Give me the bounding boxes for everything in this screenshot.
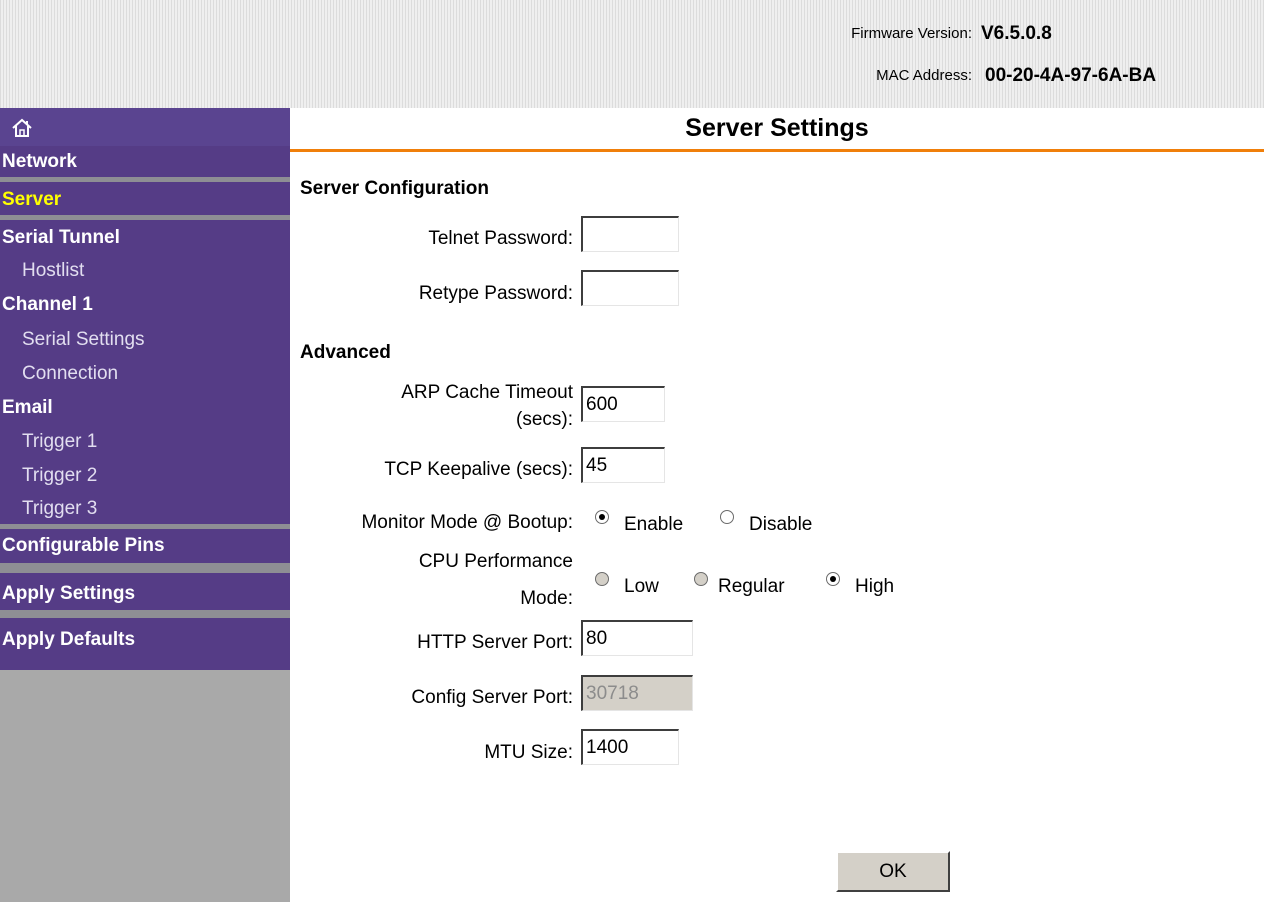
ok-button[interactable]: OK bbox=[836, 851, 950, 892]
radio-selected-dot bbox=[830, 576, 836, 582]
cpu-high-radio[interactable] bbox=[826, 572, 840, 586]
page-title: Server Settings bbox=[685, 114, 869, 142]
cpu-low-label: Low bbox=[624, 576, 659, 597]
cpu-performance-label-line1: CPU Performance bbox=[418, 551, 573, 572]
tcp-keepalive-input[interactable] bbox=[581, 447, 665, 483]
sidebar-item-trigger-1[interactable]: Trigger 1 bbox=[0, 428, 312, 456]
cpu-regular-radio[interactable] bbox=[694, 572, 708, 586]
sidebar-item-connection[interactable]: Connection bbox=[0, 360, 312, 388]
mac-label: MAC Address: bbox=[876, 67, 972, 84]
arp-cache-timeout-input[interactable] bbox=[581, 386, 665, 422]
sidebar-item-trigger-2[interactable]: Trigger 2 bbox=[0, 462, 312, 490]
sidebar-item-channel-1[interactable]: Channel 1 bbox=[0, 291, 292, 319]
mtu-size-input[interactable] bbox=[581, 729, 679, 765]
monitor-disable-label: Disable bbox=[749, 514, 813, 535]
arp-cache-timeout-label-line1: ARP Cache Timeout bbox=[401, 382, 573, 403]
cpu-performance-label-line2: Mode: bbox=[520, 588, 573, 609]
sidebar-item-apply-settings[interactable]: Apply Settings bbox=[0, 580, 292, 608]
mac-row: MAC Address: 00-20-4A-97-6A-BA bbox=[0, 63, 1264, 89]
monitor-mode-label: Monitor Mode @ Bootup: bbox=[361, 512, 573, 533]
home-row[interactable] bbox=[0, 108, 290, 146]
mtu-size-label: MTU Size: bbox=[484, 742, 573, 763]
nav-separator bbox=[0, 524, 290, 529]
sidebar-item-hostlist[interactable]: Hostlist bbox=[0, 257, 312, 285]
home-icon[interactable] bbox=[11, 117, 33, 139]
header-bar: Firmware Version: V6.5.0.8 MAC Address: … bbox=[0, 0, 1264, 108]
sidebar: Network Server Serial Tunnel Hostlist Ch… bbox=[0, 108, 290, 902]
sidebar-item-trigger-3[interactable]: Trigger 3 bbox=[0, 495, 312, 523]
radio-selected-dot bbox=[599, 514, 605, 520]
sidebar-item-server[interactable]: Server bbox=[0, 186, 292, 214]
cpu-high-label: High bbox=[855, 576, 895, 597]
telnet-password-input[interactable] bbox=[581, 216, 679, 252]
sidebar-item-apply-defaults[interactable]: Apply Defaults bbox=[0, 626, 292, 654]
cpu-low-radio[interactable] bbox=[595, 572, 609, 586]
sidebar-item-serial-tunnel[interactable]: Serial Tunnel bbox=[0, 224, 292, 252]
mac-value: 00-20-4A-97-6A-BA bbox=[985, 65, 1157, 86]
title-bar: Server Settings bbox=[290, 108, 1264, 152]
http-server-port-label: HTTP Server Port: bbox=[417, 632, 573, 653]
firmware-label: Firmware Version: bbox=[851, 25, 972, 42]
nav-separator bbox=[0, 563, 290, 573]
firmware-row: Firmware Version: V6.5.0.8 bbox=[0, 21, 1264, 47]
cpu-regular-label: Regular bbox=[718, 576, 785, 597]
firmware-value: V6.5.0.8 bbox=[981, 23, 1052, 44]
section-heading-server-configuration: Server Configuration bbox=[300, 178, 489, 199]
sidebar-item-network[interactable]: Network bbox=[0, 148, 292, 176]
config-server-port-input bbox=[581, 675, 693, 711]
monitor-enable-radio[interactable] bbox=[595, 510, 609, 524]
nav-separator bbox=[0, 177, 290, 182]
tcp-keepalive-label: TCP Keepalive (secs): bbox=[384, 459, 573, 480]
sidebar-nav: Network Server Serial Tunnel Hostlist Ch… bbox=[0, 108, 290, 670]
retype-password-label: Retype Password: bbox=[418, 283, 573, 304]
monitor-disable-radio[interactable] bbox=[720, 510, 734, 524]
sidebar-item-configurable-pins[interactable]: Configurable Pins bbox=[0, 532, 292, 560]
monitor-enable-label: Enable bbox=[624, 514, 684, 535]
sidebar-item-email[interactable]: Email bbox=[0, 394, 292, 422]
sidebar-item-serial-settings[interactable]: Serial Settings bbox=[0, 326, 312, 354]
section-heading-advanced: Advanced bbox=[300, 342, 391, 363]
retype-password-input[interactable] bbox=[581, 270, 679, 306]
nav-separator bbox=[0, 610, 290, 618]
http-server-port-input[interactable] bbox=[581, 620, 693, 656]
arp-cache-timeout-label-line2: (secs): bbox=[516, 409, 573, 430]
telnet-password-label: Telnet Password: bbox=[428, 228, 573, 249]
nav-separator bbox=[0, 215, 290, 220]
config-server-port-label: Config Server Port: bbox=[411, 687, 573, 708]
